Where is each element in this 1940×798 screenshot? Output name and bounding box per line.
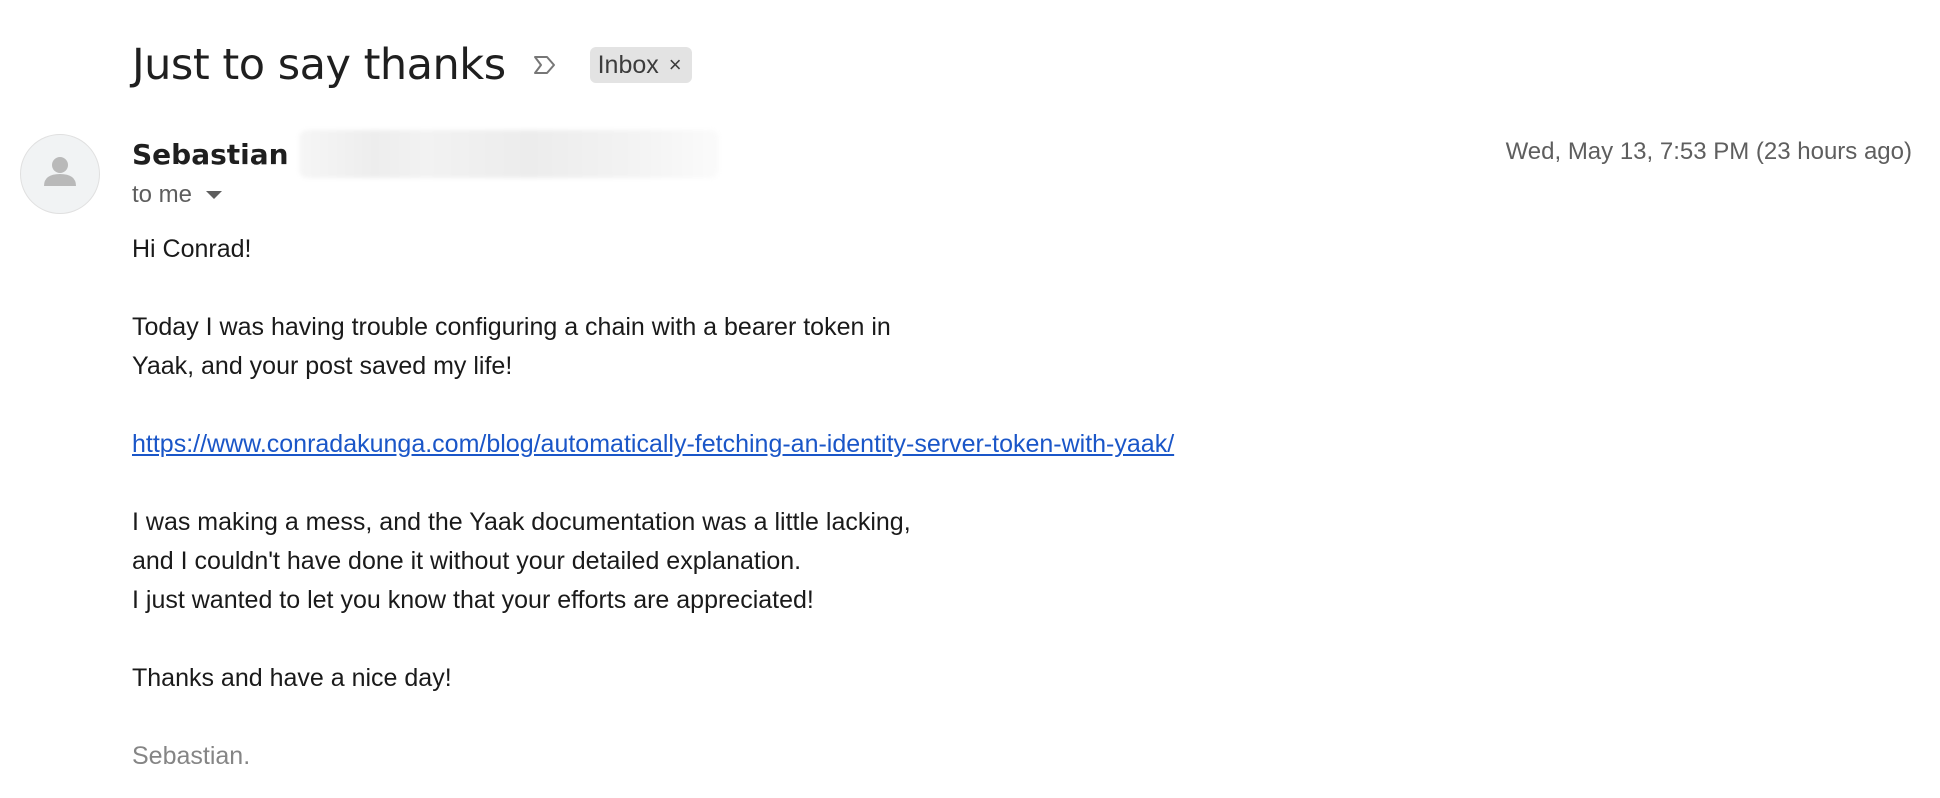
subject-row: Just to say thanks Inbox ×	[132, 36, 692, 94]
body-paragraph-line: and I couldn't have done it without your…	[132, 547, 802, 575]
body-paragraph-line: I was making a mess, and the Yaak docume…	[132, 508, 911, 536]
label-chip-inbox[interactable]: Inbox ×	[589, 47, 692, 83]
recipient-details-toggle[interactable]: to me	[132, 180, 223, 210]
sender-email-redacted	[298, 130, 719, 178]
label-chip-text: Inbox	[597, 50, 659, 79]
body-greeting: Hi Conrad!	[132, 235, 252, 263]
sender-avatar[interactable]	[20, 134, 100, 214]
importance-marker-icon[interactable]	[532, 54, 558, 76]
recipient-label: to me	[132, 181, 193, 208]
body-signature: Sebastian.	[132, 742, 251, 770]
sender-name[interactable]: Sebastian	[132, 138, 289, 171]
remove-label-icon[interactable]: ×	[669, 54, 682, 76]
email-subject: Just to say thanks	[132, 40, 506, 90]
body-paragraph-line: Yaak, and your post saved my life!	[132, 352, 513, 380]
body-paragraph-line: Today I was having trouble configuring a…	[132, 313, 891, 341]
default-person-icon	[44, 157, 76, 186]
sender-row: Sebastian	[132, 130, 719, 178]
chevron-down-icon[interactable]	[206, 191, 223, 199]
email-timestamp: Wed, May 13, 7:53 PM (23 hours ago)	[1505, 138, 1912, 165]
body-paragraph-line: I just wanted to let you know that your …	[132, 586, 814, 614]
blog-post-link[interactable]: https://www.conradakunga.com/blog/automa…	[132, 430, 1174, 458]
body-closing: Thanks and have a nice day!	[132, 664, 452, 692]
email-body: Hi Conrad! Today I was having trouble co…	[132, 230, 1174, 776]
